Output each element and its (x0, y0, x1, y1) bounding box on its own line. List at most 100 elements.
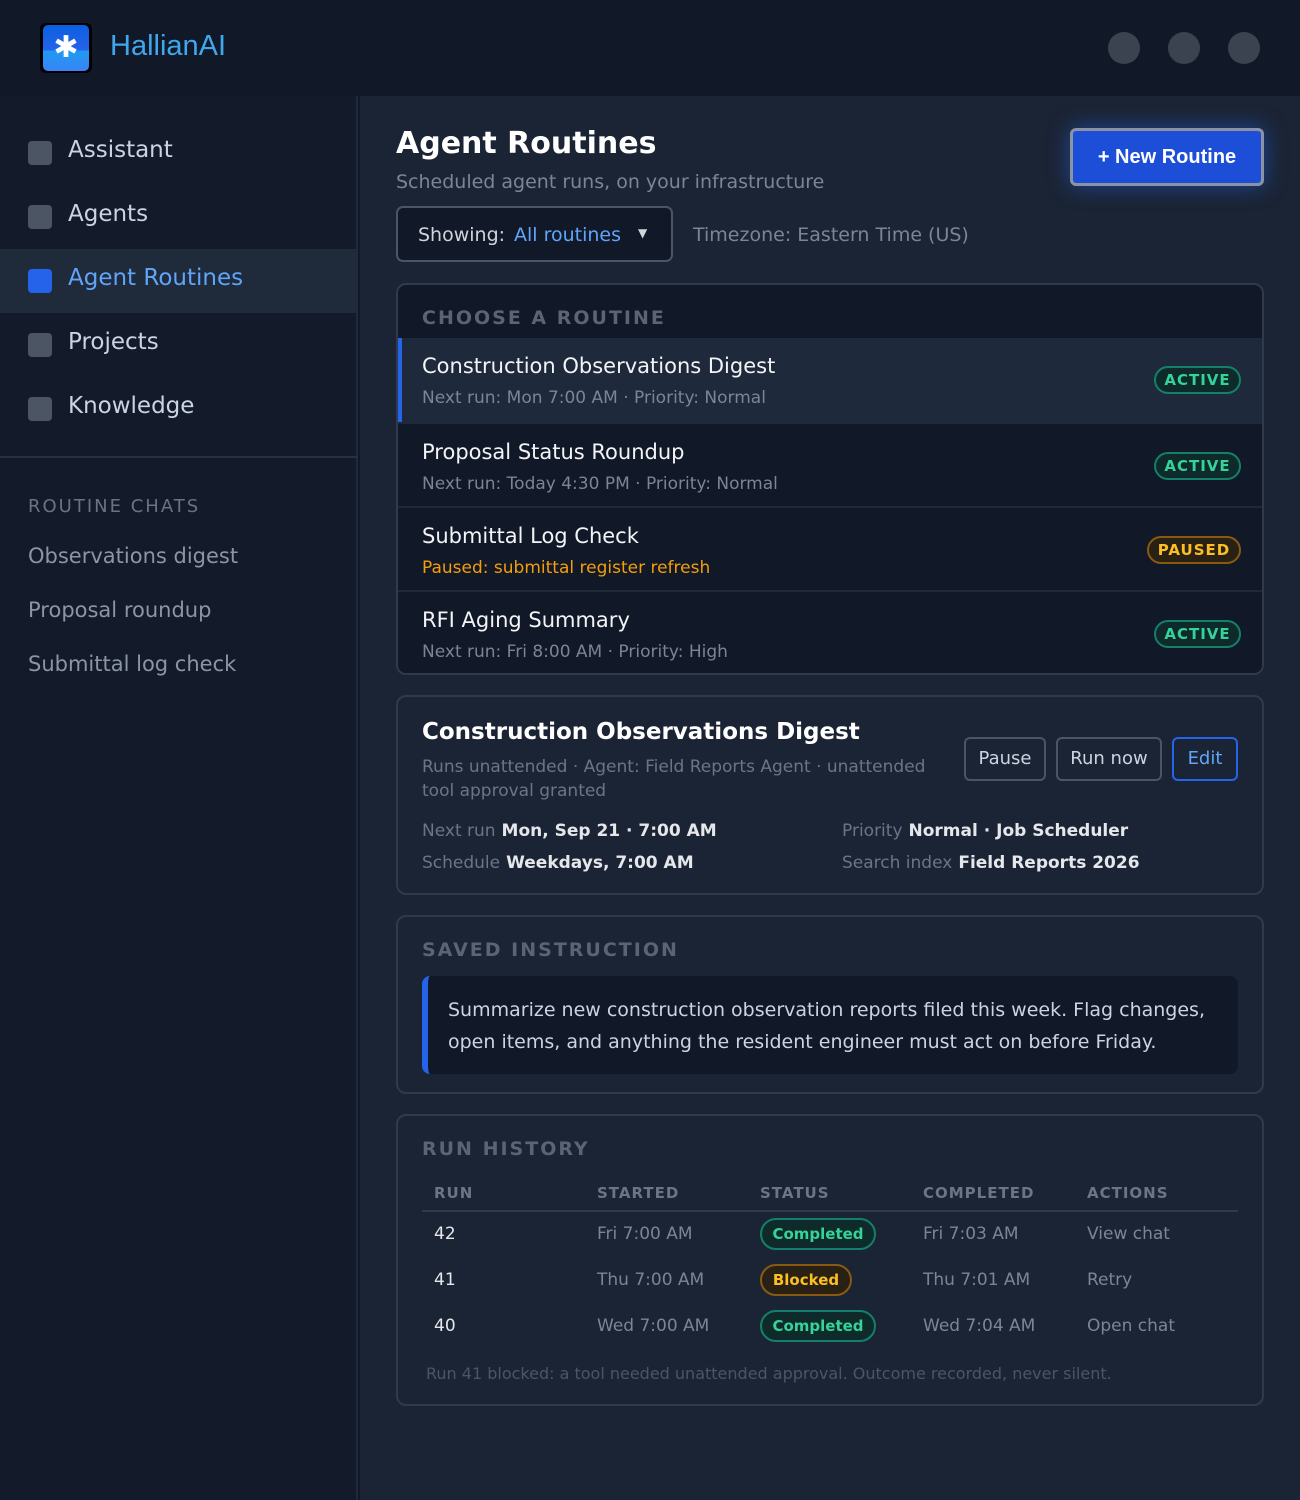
status-badge: PAUSED (1147, 536, 1241, 564)
new-routine-button[interactable]: + New Routine (1070, 128, 1264, 186)
search-index-field: Search index Field Reports 2026 (842, 853, 1140, 873)
table-cell-run: 41 (434, 1270, 456, 1290)
sidebar-item-label: Knowledge (68, 393, 195, 419)
column-header-actions: ACTIONS (1087, 1184, 1169, 1202)
search-index-value: Field Reports 2026 (958, 853, 1140, 873)
routine-meta: Next run: Fri 8:00 AM · Priority: High (422, 642, 728, 662)
chat-link-proposal-roundup[interactable]: Proposal roundup (28, 598, 211, 622)
chat-link-observations-digest[interactable]: Observations digest (28, 544, 238, 568)
run-history-note: Run 41 blocked: a tool needed unattended… (426, 1364, 1112, 1383)
table-cell-started: Thu 7:00 AM (597, 1270, 705, 1290)
main-content: Agent Routines Scheduled agent runs, on … (360, 96, 1300, 1500)
routine-list: CHOOSE A ROUTINE Construction Observatio… (396, 283, 1264, 675)
top-bar-circle-2[interactable] (1168, 32, 1200, 64)
status-badge: ACTIVE (1154, 366, 1241, 394)
routine-name: Construction Observations Digest (422, 354, 776, 378)
schedule-field: Schedule Weekdays, 7:00 AM (422, 853, 694, 873)
timezone-label: Timezone: Eastern Time (US) (693, 224, 969, 246)
routine-row[interactable]: Proposal Status Roundup Next run: Today … (398, 422, 1262, 506)
table-cell-run: 42 (434, 1224, 456, 1244)
routine-meta: Paused: submittal register refresh (422, 558, 711, 578)
agents-icon (28, 205, 52, 229)
status-badge: ACTIVE (1154, 452, 1241, 480)
status-badge: ACTIVE (1154, 620, 1241, 648)
routine-chats-heading: ROUTINE CHATS (28, 496, 201, 517)
pause-button[interactable]: Pause (964, 737, 1046, 781)
next-run-field: Next run Mon, Sep 21 · 7:00 AM (422, 821, 717, 841)
table-cell-run: 40 (434, 1316, 456, 1336)
status-badge: Completed (760, 1218, 876, 1250)
priority-field: Priority Normal · Job Scheduler (842, 821, 1128, 841)
run-history-heading: RUN HISTORY (422, 1138, 590, 1160)
detail-title: Construction Observations Digest (422, 719, 860, 745)
sidebar-item-agents[interactable]: Agents (0, 185, 358, 249)
schedule-value: Weekdays, 7:00 AM (506, 853, 694, 873)
routine-meta: Next run: Mon 7:00 AM · Priority: Normal (422, 388, 766, 408)
instruction-text: Summarize new construction observation r… (448, 999, 1205, 1053)
detail-description: Runs unattended · Agent: Field Reports A… (422, 757, 926, 801)
table-cell-started: Wed 7:00 AM (597, 1316, 710, 1336)
status-badge: Completed (760, 1310, 876, 1342)
column-header-run: RUN (434, 1184, 474, 1202)
column-header-started: STARTED (597, 1184, 680, 1202)
column-header-status: STATUS (760, 1184, 830, 1202)
sidebar: Assistant Agents Agent Routines Projects… (0, 96, 358, 1500)
routine-detail: Construction Observations Digest Runs un… (396, 695, 1264, 895)
view-chat-link[interactable]: View chat (1087, 1224, 1170, 1244)
assistant-icon (28, 141, 52, 165)
saved-instruction: SAVED INSTRUCTION Summarize new construc… (396, 915, 1264, 1094)
search-index-label: Search index (842, 853, 953, 873)
table-header-divider (422, 1210, 1238, 1212)
sidebar-item-knowledge[interactable]: Knowledge (0, 377, 358, 441)
asterisk-icon: ✱ (53, 30, 79, 65)
sidebar-item-label: Projects (68, 329, 159, 355)
table-cell-started: Fri 7:00 AM (597, 1224, 693, 1244)
page-subtitle: Scheduled agent runs, on your infrastruc… (396, 171, 825, 193)
saved-instruction-heading: SAVED INSTRUCTION (422, 939, 679, 961)
routine-name: Submittal Log Check (422, 524, 639, 548)
sidebar-divider (0, 456, 358, 458)
routine-row[interactable]: Construction Observations Digest Next ru… (398, 338, 1262, 422)
sidebar-item-label: Assistant (68, 137, 173, 163)
sidebar-item-label: Agents (68, 201, 149, 227)
caret-down-icon: ▼ (638, 226, 648, 240)
sidebar-item-projects[interactable]: Projects (0, 313, 358, 377)
app-logo[interactable]: ✱ (40, 23, 92, 73)
table-cell-completed: Wed 7:04 AM (923, 1316, 1036, 1336)
knowledge-icon (28, 397, 52, 421)
table-cell-completed: Fri 7:03 AM (923, 1224, 1019, 1244)
top-bar-circle-3[interactable] (1228, 32, 1260, 64)
priority-value: Normal · Job Scheduler (908, 821, 1129, 841)
top-bar-circle-1[interactable] (1108, 32, 1140, 64)
run-history: RUN HISTORY RUN STARTED STATUS COMPLETED… (396, 1114, 1264, 1406)
page-title: Agent Routines (396, 126, 657, 161)
run-now-button[interactable]: Run now (1056, 737, 1162, 781)
priority-label: Priority (842, 821, 903, 841)
routine-name: RFI Aging Summary (422, 608, 630, 632)
schedule-label: Schedule (422, 853, 501, 873)
routine-meta: Next run: Today 4:30 PM · Priority: Norm… (422, 474, 778, 494)
filter-label: Showing: (418, 224, 506, 246)
routine-list-heading: CHOOSE A ROUTINE (422, 307, 666, 329)
routine-row[interactable]: Submittal Log Check Paused: submittal re… (398, 506, 1262, 590)
sidebar-item-assistant[interactable]: Assistant (0, 121, 358, 185)
routine-filter-select[interactable]: Showing: All routines ▼ (396, 206, 673, 262)
top-bar: ✱ HallianAI (0, 0, 1300, 96)
retry-link[interactable]: Retry (1087, 1270, 1132, 1290)
next-run-label: Next run (422, 821, 496, 841)
edit-button[interactable]: Edit (1172, 737, 1238, 781)
routine-name: Proposal Status Roundup (422, 440, 685, 464)
chat-link-submittal-log-check[interactable]: Submittal log check (28, 652, 236, 676)
instruction-box: Summarize new construction observation r… (422, 976, 1238, 1074)
projects-icon (28, 333, 52, 357)
status-badge: Blocked (760, 1264, 852, 1296)
agent-routines-icon (28, 269, 52, 293)
open-chat-link[interactable]: Open chat (1087, 1316, 1175, 1336)
filter-value: All routines (514, 224, 622, 246)
app-name: HallianAI (110, 30, 227, 62)
routine-row[interactable]: RFI Aging Summary Next run: Fri 8:00 AM … (398, 590, 1262, 673)
sidebar-item-label: Agent Routines (68, 265, 244, 291)
table-cell-completed: Thu 7:01 AM (923, 1270, 1031, 1290)
sidebar-item-agent-routines[interactable]: Agent Routines (0, 249, 358, 313)
next-run-value: Mon, Sep 21 · 7:00 AM (501, 821, 717, 841)
